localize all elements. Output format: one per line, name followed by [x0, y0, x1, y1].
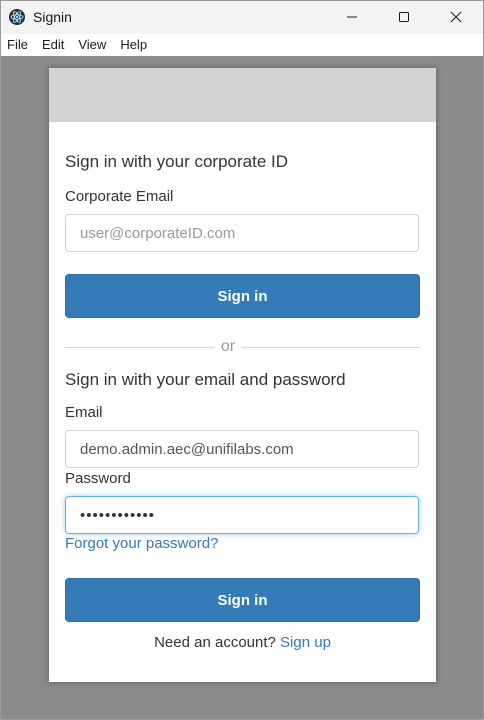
- signup-row: Need an account? Sign up: [49, 634, 436, 652]
- divider-right: [242, 347, 420, 348]
- maximize-button[interactable]: [381, 0, 427, 34]
- corporate-email-label: Corporate Email: [65, 188, 174, 205]
- password-input[interactable]: [65, 496, 419, 534]
- minimize-icon: [347, 16, 357, 18]
- corporate-sign-in-button[interactable]: Sign in: [65, 274, 420, 318]
- menu-file[interactable]: File: [0, 34, 35, 56]
- close-icon: [450, 11, 462, 23]
- signin-card: Sign in with your corporate ID Corporate…: [49, 68, 436, 682]
- menu-help[interactable]: Help: [113, 34, 154, 56]
- email-password-heading: Sign in with your email and password: [65, 370, 346, 389]
- menu-edit[interactable]: Edit: [35, 34, 71, 56]
- signup-prompt: Need an account?: [154, 634, 276, 651]
- divider-or-text: or: [220, 338, 236, 355]
- card-header-banner: [49, 68, 436, 122]
- menu-view[interactable]: View: [71, 34, 113, 56]
- sign-up-link[interactable]: Sign up: [280, 634, 331, 651]
- corporate-email-input[interactable]: [65, 214, 419, 252]
- email-label: Email: [65, 404, 103, 421]
- email-input[interactable]: [65, 430, 419, 468]
- app-window: Signin File Edit View Help Sign in with …: [0, 0, 484, 720]
- forgot-password-link[interactable]: Forgot your password?: [65, 535, 218, 553]
- divider-left: [65, 347, 214, 348]
- title-bar[interactable]: Signin: [0, 0, 484, 34]
- corporate-signin-heading: Sign in with your corporate ID: [65, 152, 288, 171]
- electron-atom-icon: [9, 9, 25, 25]
- close-button[interactable]: [433, 0, 479, 34]
- minimize-button[interactable]: [329, 0, 375, 34]
- maximize-icon: [399, 12, 409, 22]
- password-label: Password: [65, 470, 131, 487]
- menu-bar: File Edit View Help: [0, 34, 484, 56]
- window-title: Signin: [33, 9, 72, 25]
- credentials-sign-in-button[interactable]: Sign in: [65, 578, 420, 622]
